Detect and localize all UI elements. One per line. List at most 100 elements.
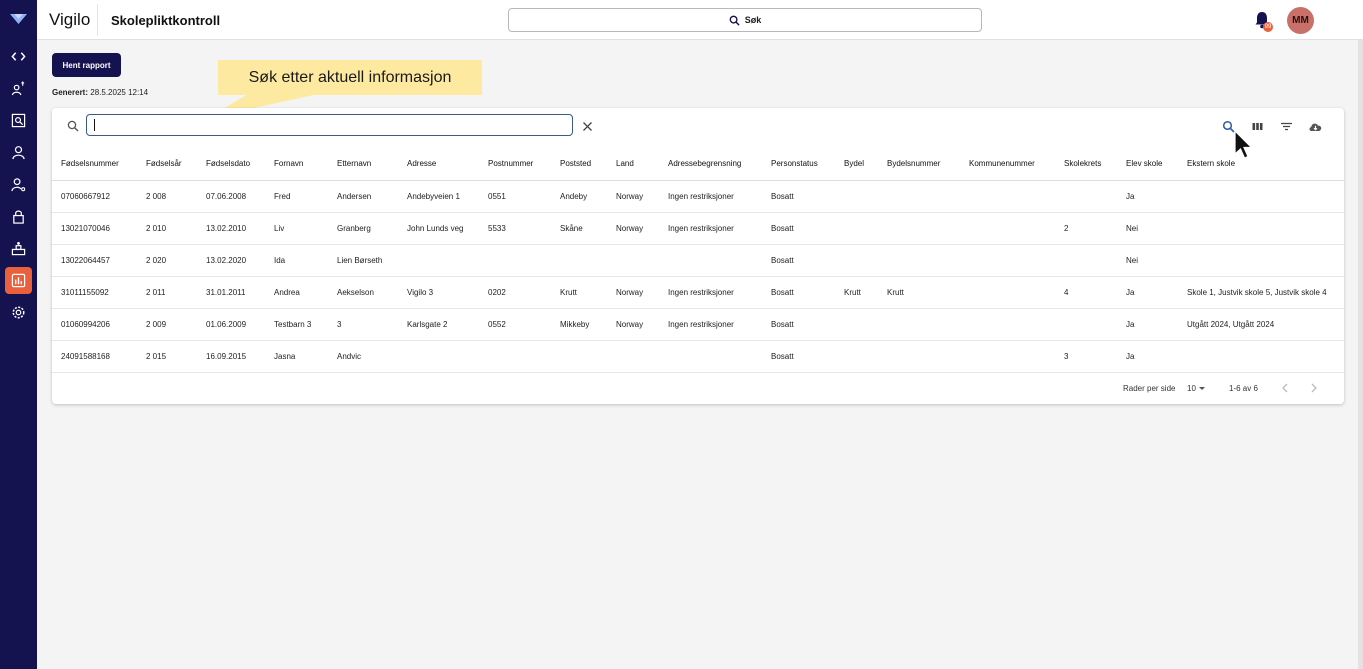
person-settings-icon[interactable] bbox=[9, 175, 28, 194]
table-cell: 0551 bbox=[479, 180, 551, 213]
report-table-card: Fødselsnummer Fødselsår Fødselsdato Fornavn… bbox=[52, 108, 1344, 404]
table-cell: Norway bbox=[607, 212, 659, 245]
table-cell: 2 015 bbox=[137, 340, 197, 373]
table-cell bbox=[835, 244, 878, 277]
table-row[interactable]: 13022064457 2 020 13.02.2020 Ida Lien Børset… bbox=[52, 244, 1344, 277]
table-cell: 31.01.2011 bbox=[197, 276, 265, 309]
table-cell: Andeby bbox=[551, 180, 607, 213]
table-cell bbox=[835, 180, 878, 213]
table-cell: 2 011 bbox=[137, 276, 197, 309]
column-header[interactable]: Adresse bbox=[398, 148, 479, 181]
table-cell: 24091588168 bbox=[52, 340, 137, 373]
column-header[interactable]: Fødselsnummer bbox=[52, 148, 137, 181]
column-header[interactable]: Kommunenummer bbox=[960, 148, 1055, 181]
generated-value: 28.5.2025 12:14 bbox=[90, 88, 149, 97]
page-scrollbar[interactable] bbox=[1358, 40, 1363, 669]
table-cell bbox=[479, 340, 551, 373]
gear-icon[interactable] bbox=[9, 303, 28, 322]
search-hint-callout: Søk etter aktuell informasjon bbox=[218, 60, 482, 95]
table-cell: Jasna bbox=[265, 340, 328, 373]
table-cell: Utgått 2024, Utgått 2024 bbox=[1178, 308, 1344, 341]
column-header[interactable]: Bydel bbox=[835, 148, 878, 181]
column-header[interactable]: Fødselsdato bbox=[197, 148, 265, 181]
table-row[interactable]: 31011155092 2 011 31.01.2011 Andrea Aekselso… bbox=[52, 276, 1344, 309]
brand-name[interactable]: Vigilo bbox=[49, 10, 90, 30]
table-cell: Andersen bbox=[328, 180, 398, 213]
table-cell: 2 bbox=[1055, 212, 1117, 245]
table-cell: 0202 bbox=[479, 276, 551, 309]
column-header[interactable]: Personstatus bbox=[762, 148, 835, 181]
chevron-right-icon[interactable] bbox=[1310, 383, 1318, 393]
table-cell: Granberg bbox=[328, 212, 398, 245]
column-header[interactable]: Fødselsår bbox=[137, 148, 197, 181]
column-header[interactable]: Bydelsnummer bbox=[878, 148, 960, 181]
table-cell bbox=[878, 212, 960, 245]
table-cell: 13.02.2020 bbox=[197, 244, 265, 277]
table-cell bbox=[398, 244, 479, 277]
page-title: Skolepliktkontroll bbox=[111, 13, 221, 28]
cloud-download-icon[interactable] bbox=[1308, 120, 1323, 133]
search-document-icon[interactable] bbox=[9, 111, 28, 130]
table-cell: Ingen restriksjoner bbox=[659, 180, 762, 213]
chevron-down-icon[interactable] bbox=[1199, 387, 1205, 390]
table-row[interactable]: 13021070046 2 010 13.02.2010 Liv Granberg Joh… bbox=[52, 212, 1344, 245]
table-cell: 01060994206 bbox=[52, 308, 137, 341]
table-cell: Skåne bbox=[551, 212, 607, 245]
table-row[interactable]: 01060994206 2 009 01.06.2009 Testbarn 3 3 Kar… bbox=[52, 308, 1344, 341]
rows-per-page-select[interactable]: 10 bbox=[1187, 384, 1196, 393]
column-header[interactable]: Adressebegrensning bbox=[659, 148, 762, 181]
column-header[interactable]: Land bbox=[607, 148, 659, 181]
column-header[interactable]: Postnummer bbox=[479, 148, 551, 181]
table-cell bbox=[607, 340, 659, 373]
table-cell: 2 010 bbox=[137, 212, 197, 245]
table-cell: Bosatt bbox=[762, 212, 835, 245]
table-cell: Nei bbox=[1117, 212, 1178, 245]
table-cell: Andvic bbox=[328, 340, 398, 373]
chevron-left-icon[interactable] bbox=[1281, 383, 1289, 393]
table-cell bbox=[960, 180, 1055, 213]
table-cell: 3 bbox=[328, 308, 398, 341]
table-cell bbox=[1178, 340, 1344, 373]
column-header[interactable]: Ekstern skole bbox=[1178, 148, 1344, 181]
column-header[interactable]: Poststed bbox=[551, 148, 607, 181]
table-cell bbox=[551, 244, 607, 277]
table-cell: 01.06.2009 bbox=[197, 308, 265, 341]
people-chart-icon[interactable] bbox=[9, 79, 28, 98]
table-search-input[interactable] bbox=[86, 114, 573, 136]
table-cell: Bosatt bbox=[762, 308, 835, 341]
table-cell bbox=[659, 340, 762, 373]
table-cell bbox=[1178, 212, 1344, 245]
table-cell: 16.09.2015 bbox=[197, 340, 265, 373]
column-header[interactable]: Elev skole bbox=[1117, 148, 1178, 181]
notification-badge: 99 bbox=[1263, 22, 1273, 32]
global-search-label: Søk bbox=[744, 15, 762, 25]
vigilo-logo-icon[interactable] bbox=[9, 11, 28, 27]
global-search-button[interactable]: Søk bbox=[508, 8, 982, 32]
lock-icon[interactable] bbox=[9, 207, 28, 226]
table-cell bbox=[1055, 308, 1117, 341]
table-cell: Ja bbox=[1117, 180, 1178, 213]
table-cell bbox=[960, 340, 1055, 373]
table-cell: Ingen restriksjoner bbox=[659, 308, 762, 341]
table-cell bbox=[398, 340, 479, 373]
column-header[interactable]: Etternavn bbox=[328, 148, 398, 181]
table-row[interactable]: 07060667912 2 008 07.06.2008 Fred Andersen An… bbox=[52, 180, 1344, 213]
table-cell bbox=[659, 244, 762, 277]
table-cell: Mikkeby bbox=[551, 308, 607, 341]
column-header[interactable]: Skolekrets bbox=[1055, 148, 1117, 181]
avatar[interactable]: MM bbox=[1287, 7, 1314, 34]
table-cell bbox=[878, 308, 960, 341]
podium-icon[interactable] bbox=[9, 239, 28, 258]
fetch-report-button[interactable]: Hent rapport bbox=[52, 53, 121, 77]
filter-list-icon[interactable] bbox=[1280, 120, 1293, 133]
bar-chart-icon[interactable] bbox=[5, 267, 32, 294]
table-cell: 07060667912 bbox=[52, 180, 137, 213]
clear-search-icon[interactable] bbox=[582, 121, 593, 132]
table-row[interactable]: 24091588168 2 015 16.09.2015 Jasna Andvic Bos… bbox=[52, 340, 1344, 373]
table-cell bbox=[835, 340, 878, 373]
table-cell: Bosatt bbox=[762, 340, 835, 373]
column-header[interactable]: Fornavn bbox=[265, 148, 328, 181]
table-cell bbox=[835, 212, 878, 245]
code-icon[interactable] bbox=[9, 47, 28, 66]
person-icon[interactable] bbox=[9, 143, 28, 162]
